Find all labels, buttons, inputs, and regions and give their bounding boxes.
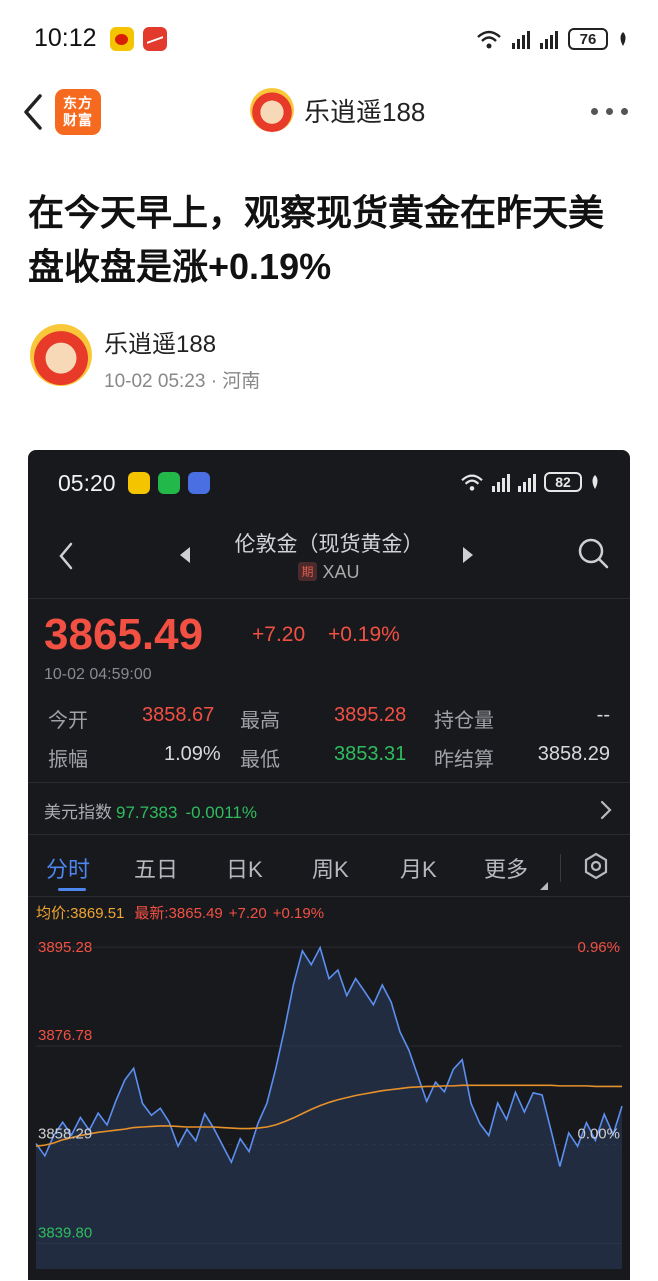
screenshot-time: 05:20	[58, 470, 116, 496]
tab-separator	[560, 854, 561, 882]
tab-daily-k[interactable]: 日K	[226, 852, 263, 884]
avg-price-legend: 均价:3869.51	[36, 905, 125, 922]
signal-icon	[512, 29, 530, 49]
chevron-right-icon[interactable]	[600, 800, 612, 820]
stat-label: 持仓量	[434, 710, 494, 732]
avatar	[250, 88, 294, 132]
logo-text-top: 东方	[63, 95, 93, 111]
price-change: +7.20	[252, 623, 306, 646]
divider	[28, 896, 630, 897]
wifi-icon	[461, 474, 483, 491]
price-area	[36, 947, 622, 1269]
status-bar: 10:12 76	[0, 0, 658, 78]
wechat-icon	[158, 472, 180, 494]
stats-grid: 今开 3858.67 最高 3895.28 持仓量 -- 振幅 1.09% 最低…	[48, 704, 610, 782]
stat-value: 3858.29	[537, 743, 610, 765]
author-name[interactable]: 乐逍遥188	[104, 324, 216, 359]
tab-more[interactable]: 更多	[484, 852, 528, 884]
intraday-chart[interactable]: 3895.28 3876.78 3858.29 3839.80 0.96% 0.00%	[28, 924, 630, 1280]
latest-pct-legend: +0.19%	[272, 905, 325, 922]
last-price: 3865.49	[44, 610, 204, 659]
y-axis-label: 3839.80	[38, 1224, 92, 1241]
quote-time: 10-02 04:59:00	[44, 666, 152, 683]
stat-value: 3895.28	[334, 704, 407, 726]
settings-icon[interactable]	[582, 852, 610, 880]
tab-five-day[interactable]: 五日	[134, 852, 178, 884]
usd-index-change: -0.0011%	[185, 803, 257, 822]
divider	[28, 598, 630, 599]
period-tabs: 分时 五日 日K 周K 月K 更多	[28, 846, 630, 896]
more-icon[interactable]	[591, 108, 628, 115]
back-icon[interactable]	[18, 92, 48, 132]
tab-intraday[interactable]: 分时	[46, 852, 90, 884]
usd-index-row[interactable]: 美元指数 97.7383 -0.0011%	[44, 798, 257, 823]
screenshot-status-bar: 05:20 82	[28, 450, 630, 518]
quote-header: 伦敦金（现货黄金） 期 XAU	[28, 518, 630, 598]
chart-legend: 均价:3869.51 最新:3865.49 +7.20 +0.19%	[36, 902, 324, 923]
weibo-icon	[128, 472, 150, 494]
stat-label: 振幅	[48, 749, 88, 771]
divider	[28, 782, 630, 783]
battery-icon: 76	[568, 28, 608, 50]
weibo-icon	[110, 27, 134, 51]
more-dropdown-icon	[540, 882, 548, 890]
stat-value: 1.09%	[164, 743, 221, 765]
divider	[28, 834, 630, 835]
signal-icon-2	[518, 472, 536, 492]
latest-change-legend: +7.20	[228, 905, 267, 922]
nav-author[interactable]: 乐逍遥188	[250, 88, 425, 132]
status-time: 10:12	[34, 24, 97, 52]
pct-axis-label: 0.96%	[577, 939, 620, 956]
active-tab-underline	[58, 888, 86, 891]
article-title: 在今天早上，观察现货黄金在昨天美盘收盘是涨+0.19%	[28, 192, 605, 287]
stat-label: 今开	[48, 710, 88, 732]
stat-label: 最低	[240, 749, 280, 771]
browser-icon	[188, 472, 210, 494]
y-axis-label: 3858.29	[38, 1126, 92, 1143]
symbol-name: 伦敦金（现货黄金）	[234, 533, 424, 556]
latest-price-legend: 最新:3865.49	[134, 905, 223, 922]
stats-row: 振幅 1.09% 最低 3853.31 昨结算 3858.29	[48, 743, 610, 782]
logo-text-bottom: 财富	[63, 112, 93, 128]
nav-author-name: 乐逍遥188	[304, 96, 426, 127]
stat-value: --	[596, 704, 610, 726]
author-avatar[interactable]	[30, 324, 92, 386]
leaf-icon	[592, 475, 598, 489]
futures-tag: 期	[298, 562, 317, 581]
app-logo[interactable]: 东方 财富	[55, 89, 101, 135]
embedded-screenshot[interactable]: 05:20 82 伦敦金（现货黄金） 期 XAU 3865.49 +7.20 +0…	[28, 450, 630, 1280]
pct-axis-label: 0.00%	[577, 1126, 620, 1143]
stat-value: 3853.31	[334, 743, 407, 765]
stock-app-icon	[143, 27, 167, 51]
symbol-code: XAU	[322, 562, 360, 582]
next-symbol-icon[interactable]	[461, 546, 475, 564]
y-axis-label: 3876.78	[38, 1027, 92, 1044]
wifi-icon	[476, 28, 502, 50]
tab-weekly-k[interactable]: 周K	[312, 852, 349, 884]
nav-bar: 东方 财富 乐逍遥188	[0, 78, 658, 146]
signal-icon	[492, 472, 510, 492]
usd-index-value: 97.7383	[116, 803, 178, 822]
stats-row: 今开 3858.67 最高 3895.28 持仓量 --	[48, 704, 610, 743]
y-axis-label: 3895.28	[38, 939, 92, 956]
search-icon[interactable]	[576, 536, 610, 570]
author-block: 乐逍遥188 10-02 05:23 · 河南	[30, 322, 630, 392]
tab-monthly-k[interactable]: 月K	[400, 852, 437, 884]
symbol-code-row: 期 XAU	[28, 562, 630, 583]
signal-icon-2	[540, 29, 558, 49]
post-meta: 10-02 05:23 · 河南	[104, 371, 261, 392]
usd-index-label: 美元指数	[44, 803, 112, 822]
stat-value: 3858.67	[142, 704, 215, 726]
battery-icon: 82	[544, 472, 582, 492]
leaf-icon	[620, 32, 626, 46]
chart-svg: 3895.28 3876.78 3858.29 3839.80 0.96% 0.00%	[35, 939, 623, 1269]
stat-label: 昨结算	[434, 749, 494, 771]
stat-label: 最高	[240, 710, 280, 732]
price-change-pct: +0.19%	[328, 623, 400, 646]
